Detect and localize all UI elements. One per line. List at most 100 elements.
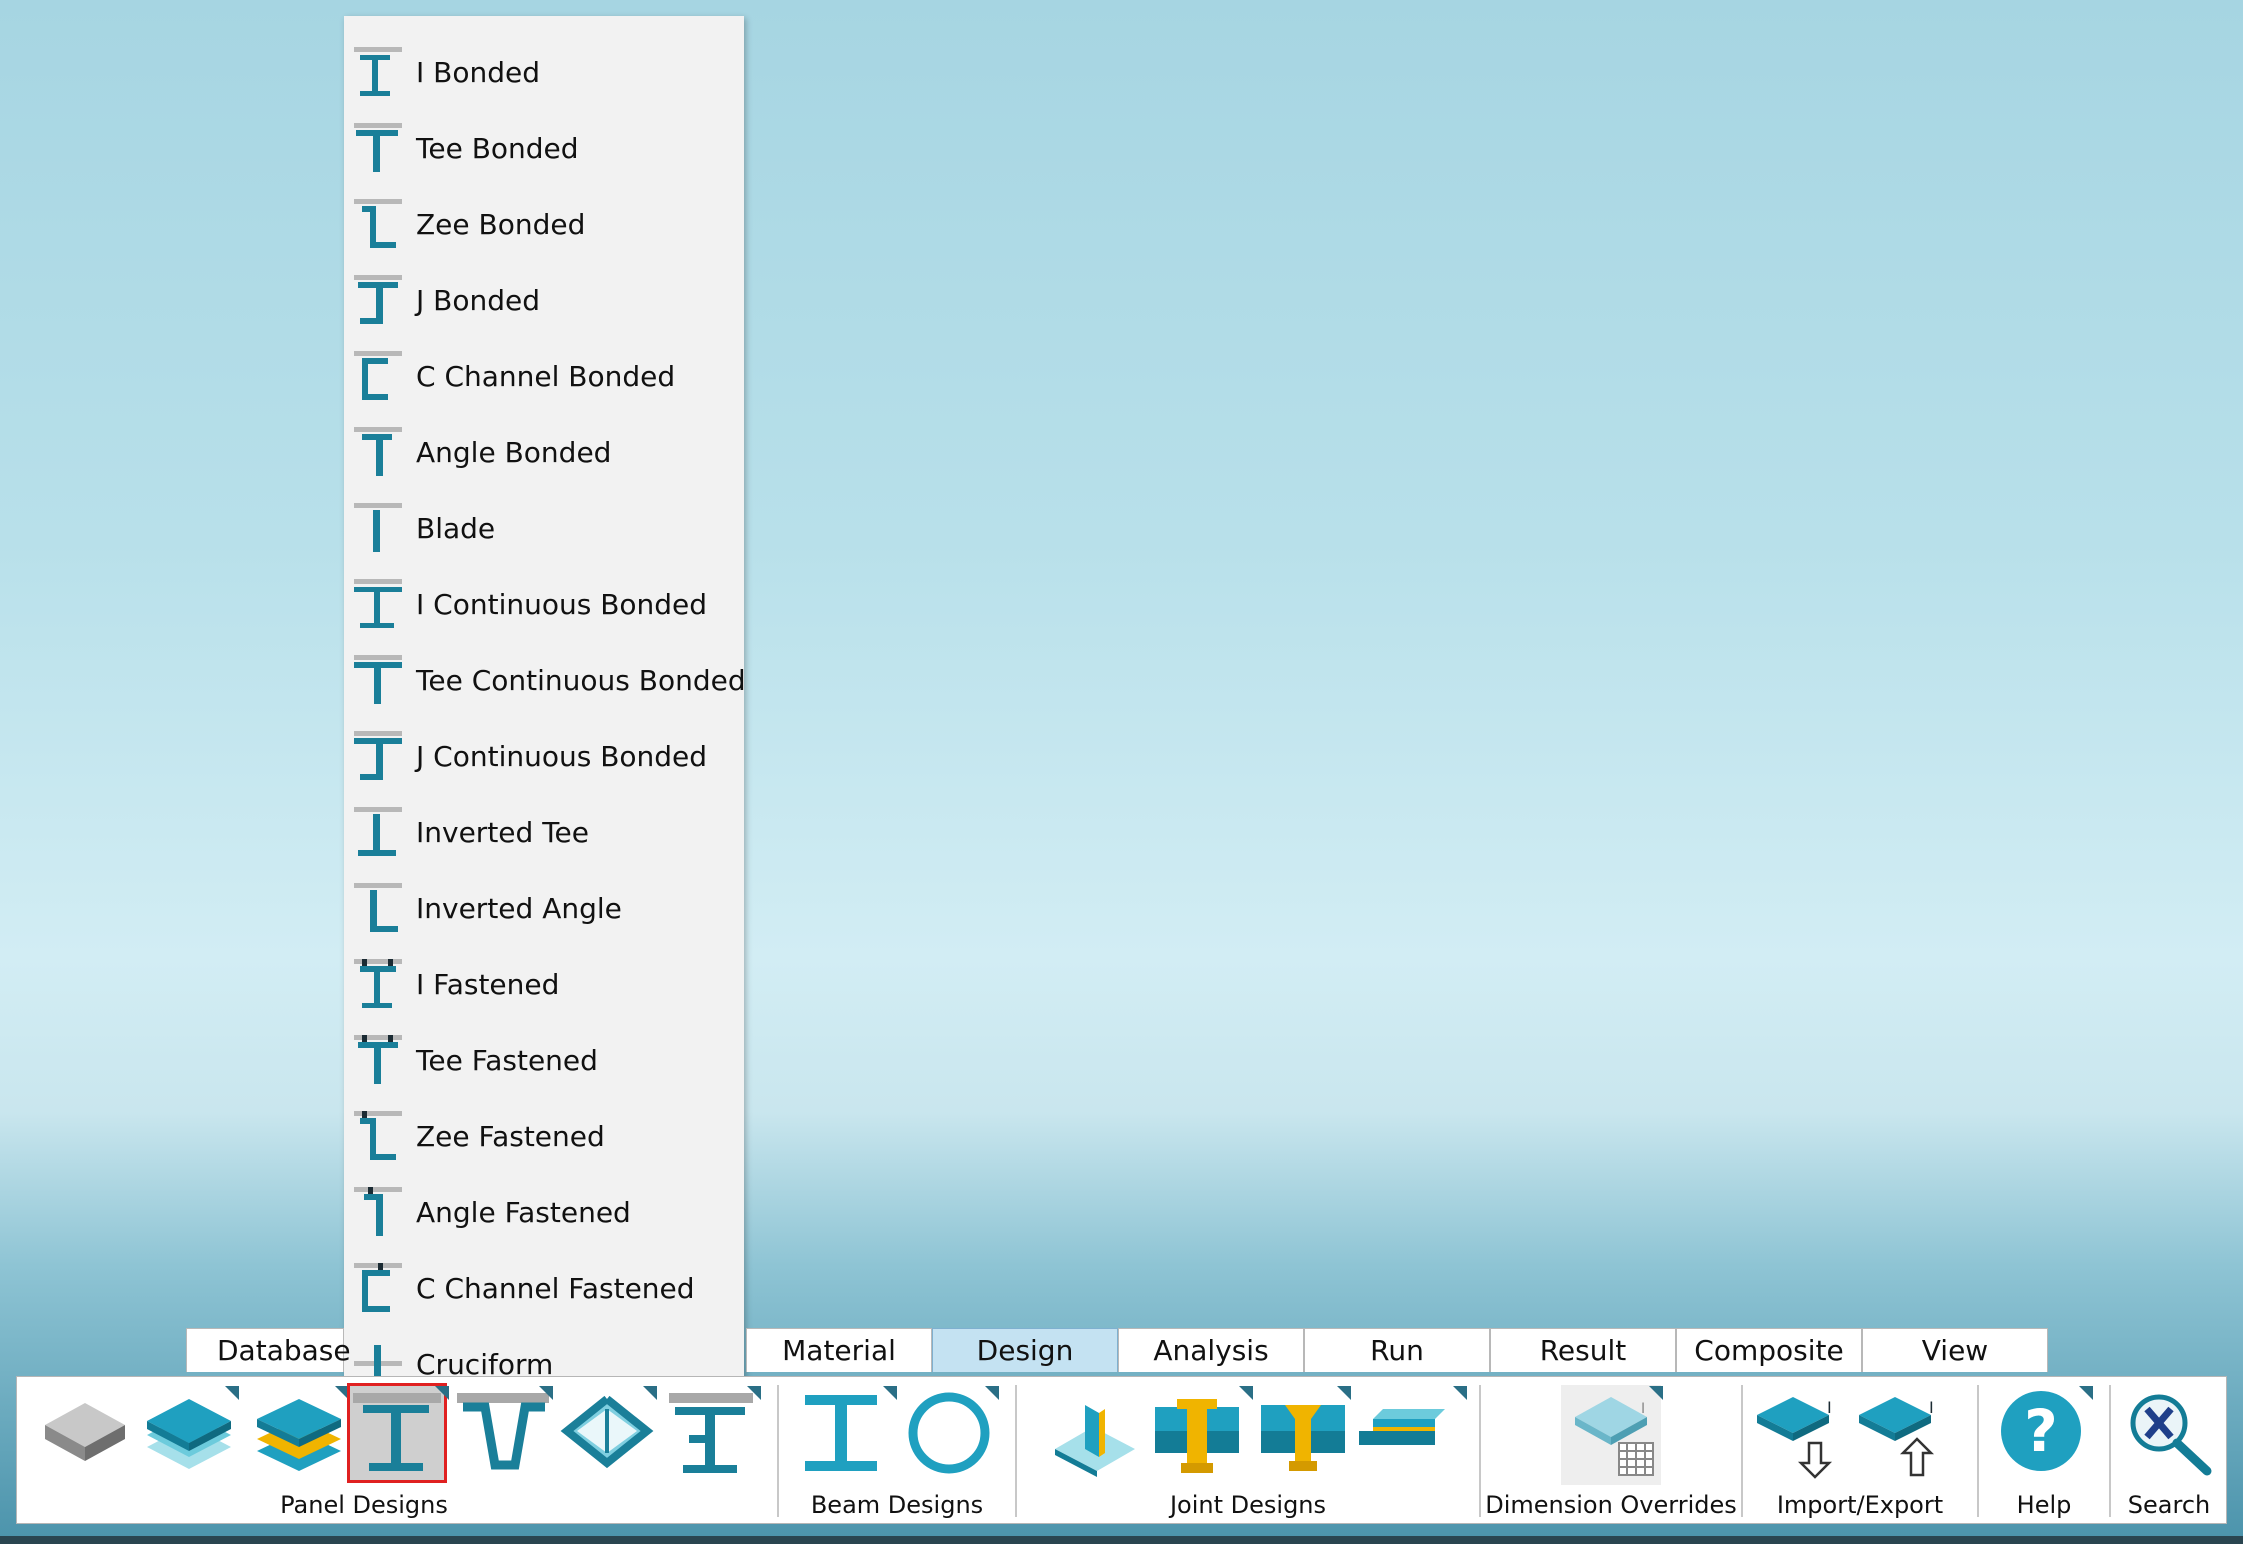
group-label: Search bbox=[2127, 1491, 2211, 1519]
panel-hat-button[interactable] bbox=[453, 1385, 553, 1485]
menu-item-angle-bonded[interactable]: Angle Bonded bbox=[344, 414, 744, 490]
dropdown-corner-icon bbox=[883, 1386, 897, 1400]
menu-item-label: Zee Fastened bbox=[416, 1119, 605, 1153]
dropdown-corner-icon bbox=[1239, 1386, 1253, 1400]
menu-item-i-fastened[interactable]: I Fastened bbox=[344, 946, 744, 1022]
menu-item-label: Tee Continuous Bonded bbox=[416, 663, 746, 697]
menu-item-label: I Bonded bbox=[416, 55, 541, 89]
svg-text:I: I bbox=[1827, 1398, 1832, 1417]
menu-item-j-continuous-bonded[interactable]: J Continuous Bonded bbox=[344, 718, 744, 794]
tab-composite[interactable]: Composite bbox=[1676, 1328, 1862, 1372]
inverted-tee-icon bbox=[354, 807, 402, 856]
i-fastened-icon bbox=[354, 959, 402, 1008]
svg-text:I: I bbox=[1641, 1401, 1645, 1417]
tab-run[interactable]: Run bbox=[1304, 1328, 1490, 1372]
tab-result[interactable]: Result bbox=[1490, 1328, 1676, 1372]
tab-design[interactable]: Design bbox=[932, 1328, 1118, 1372]
search-button[interactable] bbox=[2119, 1385, 2219, 1485]
zee-bonded-icon bbox=[354, 199, 402, 248]
angle-bonded-icon bbox=[354, 427, 402, 476]
layered-panel-icon bbox=[147, 1399, 231, 1469]
menu-item-zee-bonded[interactable]: Zee Bonded bbox=[344, 186, 744, 262]
panel-stiffened-button[interactable] bbox=[347, 1383, 447, 1483]
joint-countersunk-button[interactable] bbox=[1253, 1385, 1353, 1485]
tab-view[interactable]: View bbox=[1862, 1328, 2048, 1372]
menu-item-label: Angle Fastened bbox=[416, 1195, 631, 1229]
inverted-angle-icon bbox=[354, 883, 402, 932]
menu-item-label: Angle Bonded bbox=[416, 435, 612, 469]
help-button[interactable]: ? bbox=[1991, 1385, 2091, 1485]
menu-item-inverted-tee[interactable]: Inverted Tee bbox=[344, 794, 744, 870]
menu-item-tee-fastened[interactable]: Tee Fastened bbox=[344, 1022, 744, 1098]
angle-fastened-icon bbox=[354, 1187, 402, 1236]
menu-item-c-channel-bonded[interactable]: C Channel Bonded bbox=[344, 338, 744, 414]
tee-bonded-icon bbox=[354, 123, 402, 172]
panel-sandwich-button[interactable] bbox=[249, 1385, 349, 1485]
design-ribbon: Panel Designs Beam Designs Joint Designs… bbox=[16, 1376, 2227, 1524]
menu-item-label: I Continuous Bonded bbox=[416, 587, 708, 621]
panel-layered-button[interactable] bbox=[139, 1385, 239, 1485]
menu-item-tee-bonded[interactable]: Tee Bonded bbox=[344, 110, 744, 186]
dropdown-corner-icon bbox=[985, 1386, 999, 1400]
menu-item-label: J Bonded bbox=[416, 283, 541, 317]
menu-item-label: Zee Bonded bbox=[416, 207, 586, 241]
panel-beam-stiffened-button[interactable] bbox=[661, 1385, 761, 1485]
menu-item-label: C Channel Fastened bbox=[416, 1271, 695, 1305]
beam-tube-button[interactable] bbox=[899, 1385, 999, 1485]
stiffened-panel-icon bbox=[669, 1393, 753, 1473]
export-button[interactable]: I bbox=[1859, 1385, 1959, 1485]
help-icon: ? bbox=[2001, 1391, 2081, 1471]
import-button[interactable]: I bbox=[1757, 1385, 1857, 1485]
menu-item-label: J Continuous Bonded bbox=[416, 739, 708, 773]
panel-grid-button[interactable] bbox=[557, 1385, 657, 1485]
beam-i-button[interactable] bbox=[793, 1385, 893, 1485]
tab-analysis[interactable]: Analysis bbox=[1118, 1328, 1304, 1372]
joint-lap-button[interactable] bbox=[1353, 1385, 1453, 1485]
dimension-overrides-button[interactable]: I bbox=[1561, 1385, 1661, 1485]
status-strip bbox=[0, 1536, 2243, 1544]
c-channel-bonded-icon bbox=[354, 351, 402, 400]
menu-item-inverted-angle[interactable]: Inverted Angle bbox=[344, 870, 744, 946]
tee-continuous-bonded-icon bbox=[354, 655, 402, 704]
panel-designs-dropdown: I Bonded Tee Bonded Zee Bonded J Bonded … bbox=[344, 16, 746, 1385]
sandwich-panel-icon bbox=[257, 1399, 341, 1471]
i-beam-stiffener-icon bbox=[353, 1393, 441, 1471]
menu-item-i-continuous-bonded[interactable]: I Continuous Bonded bbox=[344, 566, 744, 642]
menu-item-i-bonded[interactable]: I Bonded bbox=[344, 34, 744, 110]
blade-icon bbox=[354, 503, 402, 552]
panel-plate-button[interactable] bbox=[35, 1385, 135, 1485]
menu-item-label: Tee Bonded bbox=[416, 131, 579, 165]
hat-stiffener-icon bbox=[457, 1393, 549, 1470]
dropdown-corner-icon bbox=[643, 1386, 657, 1400]
j-continuous-bonded-icon bbox=[354, 731, 402, 780]
menu-item-zee-fastened[interactable]: Zee Fastened bbox=[344, 1098, 744, 1174]
svg-text:?: ? bbox=[2024, 1397, 2058, 1465]
group-dimension-overrides: I Dimension Overrides bbox=[1481, 1377, 1741, 1523]
i-bonded-icon bbox=[354, 47, 402, 96]
tab-material[interactable]: Material bbox=[746, 1328, 932, 1372]
menu-item-c-channel-fastened[interactable]: C Channel Fastened bbox=[344, 1250, 744, 1326]
dropdown-corner-icon bbox=[1453, 1386, 1467, 1400]
grid-stiffened-icon bbox=[560, 1395, 654, 1469]
j-bonded-icon bbox=[354, 275, 402, 324]
dropdown-corner-icon bbox=[747, 1386, 761, 1400]
group-import-export: I I Import/Export bbox=[1743, 1377, 1977, 1523]
menu-item-tee-continuous-bonded[interactable]: Tee Continuous Bonded bbox=[344, 642, 746, 718]
tube-icon bbox=[908, 1392, 990, 1474]
menu-item-angle-fastened[interactable]: Angle Fastened bbox=[344, 1174, 744, 1250]
fastened-joint-icon bbox=[1155, 1399, 1239, 1473]
menu-item-label: Blade bbox=[416, 511, 496, 545]
i-beam-icon bbox=[805, 1395, 877, 1471]
joint-bonded-button[interactable] bbox=[1045, 1385, 1145, 1485]
group-search: Search bbox=[2111, 1377, 2227, 1523]
tab-database[interactable]: Database bbox=[186, 1328, 351, 1372]
group-beam-designs: Beam Designs bbox=[779, 1377, 1015, 1523]
countersunk-joint-icon bbox=[1261, 1405, 1345, 1471]
dropdown-corner-icon bbox=[1649, 1386, 1663, 1400]
menu-item-label: I Fastened bbox=[416, 967, 560, 1001]
plate-icon bbox=[45, 1403, 125, 1461]
menu-item-blade[interactable]: Blade bbox=[344, 490, 744, 566]
joint-fastened-button[interactable] bbox=[1147, 1385, 1247, 1485]
group-label: Beam Designs bbox=[810, 1491, 984, 1519]
menu-item-j-bonded[interactable]: J Bonded bbox=[344, 262, 744, 338]
